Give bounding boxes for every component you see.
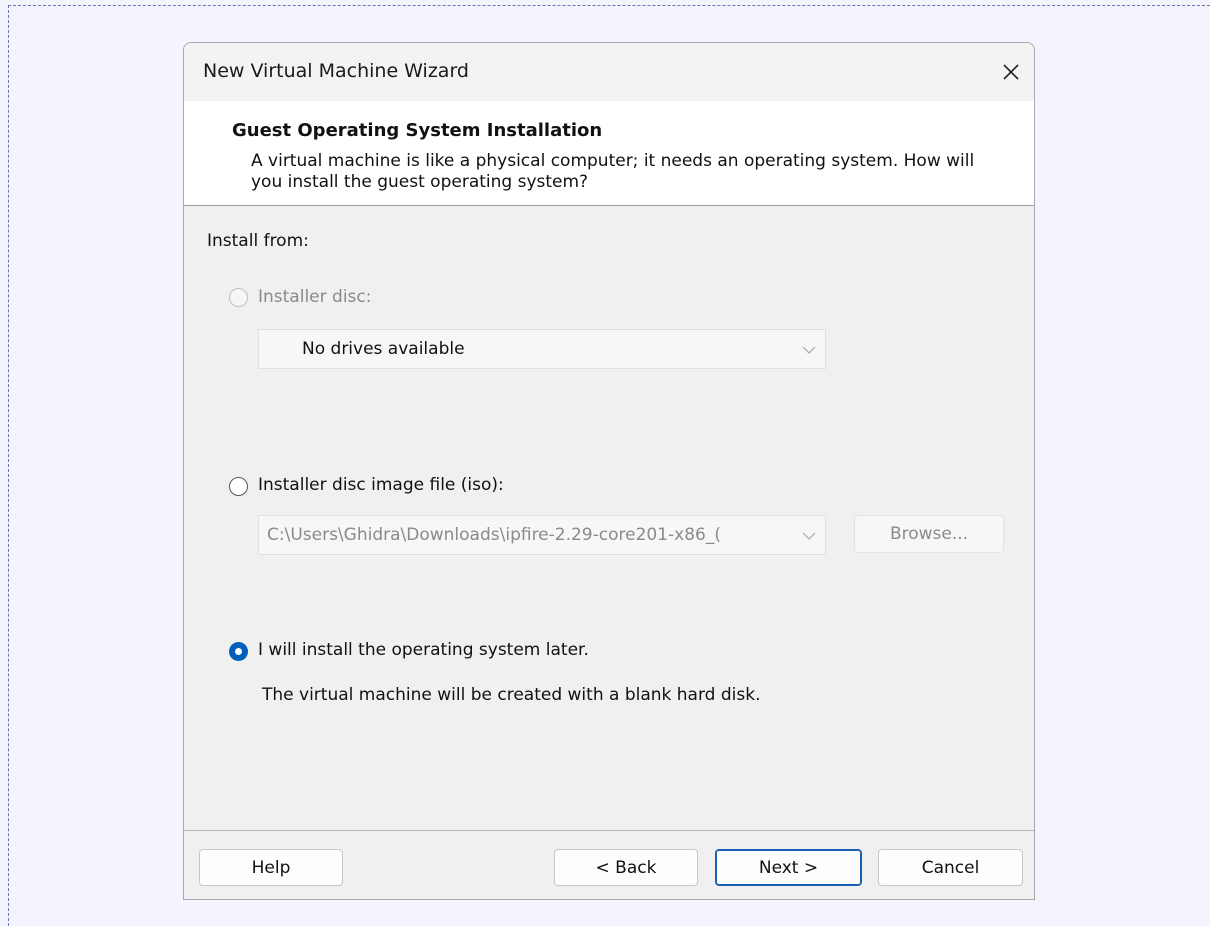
chevron-down-icon xyxy=(802,346,816,354)
installer-disc-label: Installer disc: xyxy=(258,287,372,307)
installer-disc-radio[interactable] xyxy=(229,288,248,307)
back-button[interactable]: < Back xyxy=(554,849,698,886)
install-later-note: The virtual machine will be created with… xyxy=(262,685,761,705)
close-icon xyxy=(1003,64,1019,80)
wizard-dialog: New Virtual Machine Wizard Guest Operati… xyxy=(183,42,1035,900)
close-button[interactable] xyxy=(988,43,1034,101)
page-description: A virtual machine is like a physical com… xyxy=(251,151,975,192)
disc-drive-value: No drives available xyxy=(302,339,465,359)
iso-file-label: Installer disc image file (iso): xyxy=(258,475,504,495)
window-title: New Virtual Machine Wizard xyxy=(203,60,469,82)
iso-path-value: C:\Users\Ghidra\Downloads\ipfire-2.29-co… xyxy=(267,525,721,545)
help-button[interactable]: Help xyxy=(199,849,343,886)
iso-path-combobox[interactable]: C:\Users\Ghidra\Downloads\ipfire-2.29-co… xyxy=(258,515,826,555)
page-title: Guest Operating System Installation xyxy=(232,120,603,141)
title-bar[interactable]: New Virtual Machine Wizard xyxy=(184,43,1034,101)
next-button[interactable]: Next > xyxy=(715,849,862,886)
cancel-button[interactable]: Cancel xyxy=(878,849,1023,886)
iso-file-radio[interactable] xyxy=(229,477,248,496)
install-later-label: I will install the operating system late… xyxy=(258,640,589,660)
disc-drive-dropdown[interactable]: No drives available xyxy=(258,329,826,369)
chevron-down-icon xyxy=(802,532,816,540)
browse-button[interactable]: Browse... xyxy=(854,515,1004,553)
footer-divider xyxy=(184,830,1034,831)
wizard-header: Guest Operating System Installation A vi… xyxy=(184,101,1034,206)
install-later-radio[interactable] xyxy=(229,642,248,661)
install-from-label: Install from: xyxy=(207,231,309,251)
